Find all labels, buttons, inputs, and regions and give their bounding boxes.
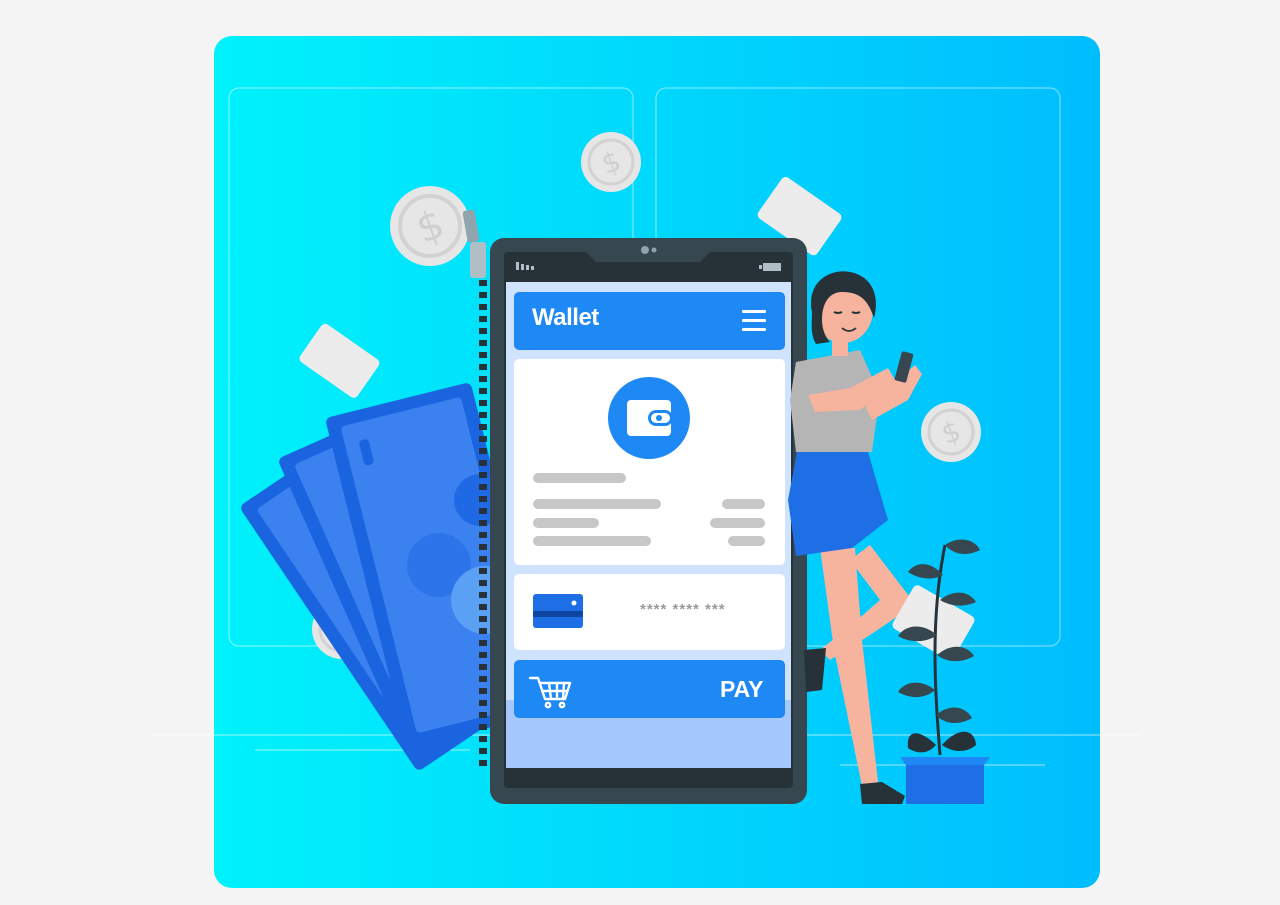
app-title: Wallet [532,304,599,331]
card-number-masked: **** **** *** [640,601,726,618]
hamburger-menu-icon[interactable] [740,308,770,334]
wallet-app-screen: Wallet **** **** *** PAY [0,0,1280,905]
wallet-panel[interactable] [514,359,785,565]
pay-label: PAY [720,676,764,702]
pay-button[interactable]: PAY [514,660,785,718]
